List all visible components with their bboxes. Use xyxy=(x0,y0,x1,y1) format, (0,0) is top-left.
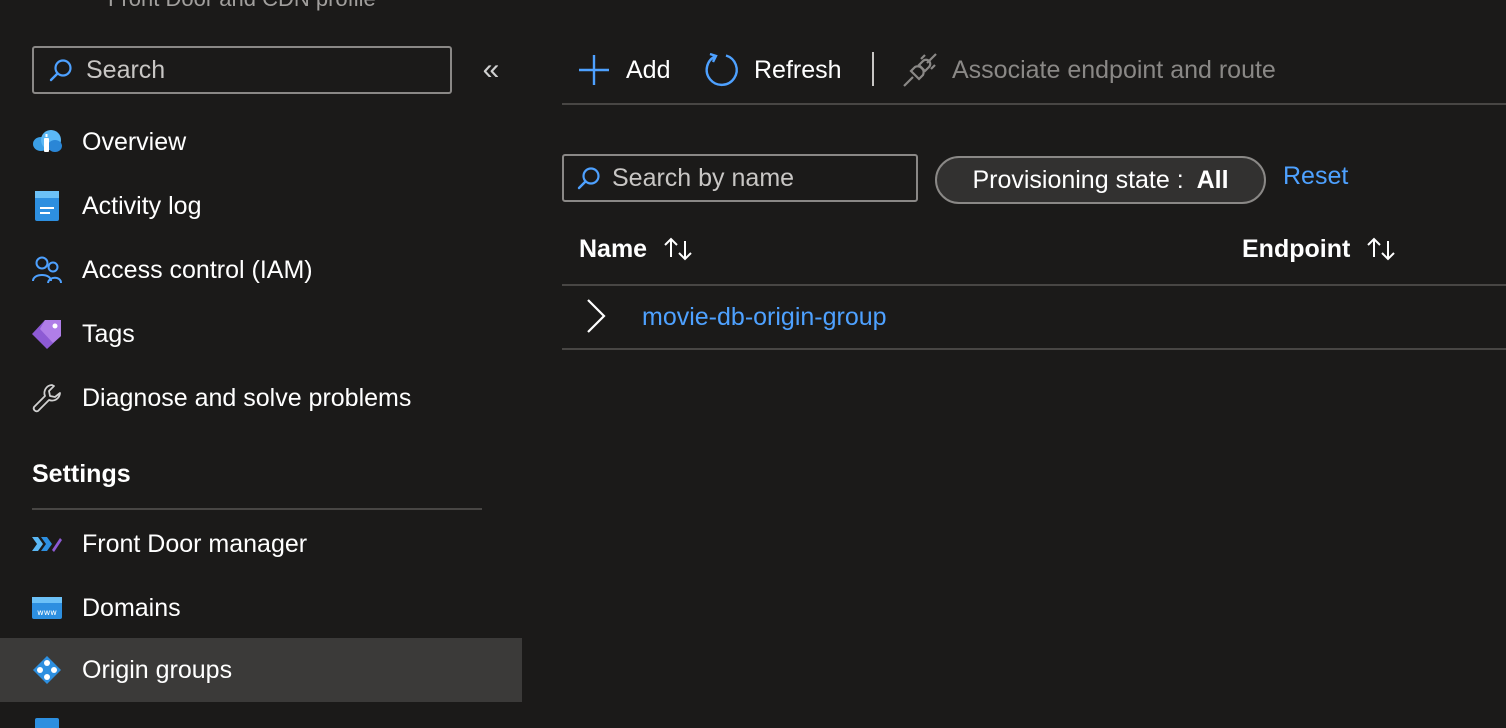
sidebar-item-label: Diagnose and solve problems xyxy=(82,383,412,412)
sidebar-item-access-control[interactable]: Access control (IAM) xyxy=(0,238,522,302)
sidebar-item-diagnose[interactable]: Diagnose and solve problems xyxy=(0,366,522,430)
search-icon xyxy=(577,167,600,190)
activity-log-icon xyxy=(30,189,64,223)
sidebar-item-front-door-manager[interactable]: Front Door manager xyxy=(0,512,522,576)
sort-icon[interactable] xyxy=(661,235,695,263)
sidebar-item-label: Front Door manager xyxy=(82,529,308,558)
provisioning-filter-label: Provisioning state : xyxy=(972,165,1191,194)
name-search-input[interactable] xyxy=(612,163,902,193)
wrench-icon xyxy=(30,381,64,415)
plus-icon xyxy=(576,52,612,88)
tag-icon xyxy=(30,317,64,351)
document-icon xyxy=(30,716,64,728)
sidebar-item-label: Activity log xyxy=(82,191,202,220)
provisioning-state-filter[interactable]: Provisioning state : All xyxy=(935,156,1266,204)
table-row: movie-db-origin-group xyxy=(562,286,1506,348)
cloud-overview-icon xyxy=(30,125,64,159)
origin-group-link[interactable]: movie-db-origin-group xyxy=(642,303,887,332)
origin-groups-icon xyxy=(30,653,64,687)
column-header-label: Name xyxy=(579,234,648,263)
reset-filters-link[interactable]: Reset xyxy=(1283,162,1348,191)
sidebar-item-label: Overview xyxy=(82,127,187,156)
collapse-sidebar-button[interactable]: « xyxy=(474,52,508,88)
name-search-box[interactable] xyxy=(562,154,918,202)
chevron-right-icon[interactable] xyxy=(580,296,610,336)
sidebar-item-tags[interactable]: Tags xyxy=(0,302,522,366)
www-icon: www xyxy=(30,591,64,625)
column-header-label: Endpoint xyxy=(1242,234,1351,263)
sort-icon[interactable] xyxy=(1364,235,1398,263)
sidebar-item-overview[interactable]: Overview xyxy=(0,110,522,174)
column-header-endpoint: Endpoint xyxy=(1242,232,1398,266)
command-bar: Add Refresh Associate endpoint and route xyxy=(562,38,1506,104)
refresh-button[interactable]: Refresh xyxy=(704,48,842,92)
svg-text:www: www xyxy=(37,608,57,617)
settings-divider xyxy=(32,508,482,510)
sidebar-item-label: Access control (IAM) xyxy=(82,255,313,284)
sidebar-item-label: Origin groups xyxy=(82,655,233,684)
provisioning-filter-value: All xyxy=(1196,165,1229,194)
add-label: Add xyxy=(626,55,671,84)
add-button[interactable]: Add xyxy=(576,48,670,92)
refresh-label: Refresh xyxy=(754,55,842,84)
sidebar-item-label: Domains xyxy=(82,593,181,622)
sidebar: « Overview Activity log xyxy=(0,0,522,728)
sidebar-search-input[interactable] xyxy=(86,55,426,85)
sidebar-item-activity-log[interactable]: Activity log xyxy=(0,174,522,238)
sidebar-search[interactable] xyxy=(32,46,452,94)
sidebar-item-domains[interactable]: www Domains xyxy=(0,576,522,640)
associate-endpoint-button[interactable]: Associate endpoint and route xyxy=(902,48,1276,92)
toolbar-divider xyxy=(562,103,1506,105)
sidebar-item-origin-groups[interactable]: Origin groups xyxy=(0,638,522,702)
toolbar-separator xyxy=(872,52,874,86)
people-icon xyxy=(30,253,64,287)
sidebar-item-partial[interactable] xyxy=(0,702,522,728)
column-header-name: Name xyxy=(579,232,695,266)
plug-icon xyxy=(902,52,938,88)
table-row-divider xyxy=(562,348,1506,350)
settings-section-header: Settings xyxy=(32,460,131,488)
refresh-icon xyxy=(704,52,740,88)
associate-label: Associate endpoint and route xyxy=(952,55,1276,84)
search-icon xyxy=(49,59,72,82)
sidebar-item-label: Tags xyxy=(82,319,135,348)
front-door-icon xyxy=(30,527,64,561)
